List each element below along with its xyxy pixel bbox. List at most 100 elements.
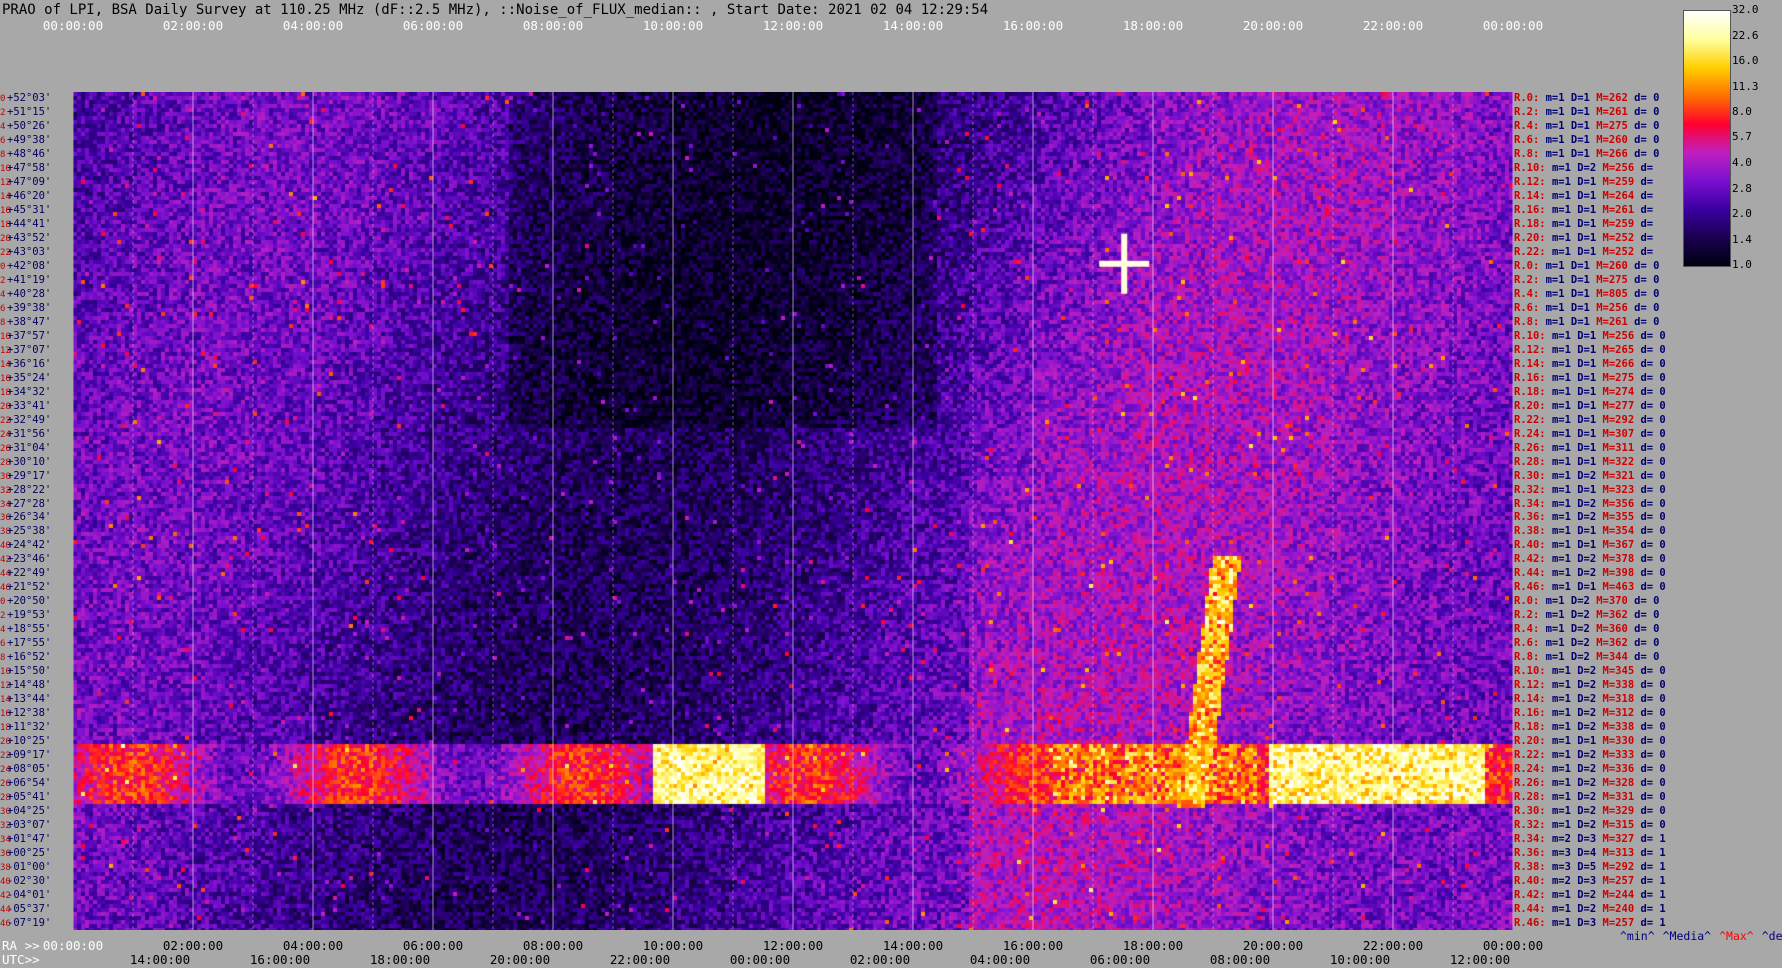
row-stat-m: m=1 <box>1551 218 1578 231</box>
declination-value: +49°38' <box>7 134 52 147</box>
row-stat-d: d= 0 <box>1640 427 1666 440</box>
row-stat-D: D=2 <box>1570 651 1597 664</box>
row-stat-m: m=1 <box>1545 260 1571 273</box>
row-stat: R.28: m=1 D=2 M=331 d= 0 <box>1514 791 1666 803</box>
row-index: 40 <box>0 541 11 552</box>
declination-value: +08°05' <box>7 762 52 775</box>
declination-label: 6 +17°55' <box>0 638 73 650</box>
row-stat-D: D=1 <box>1577 385 1603 398</box>
row-stat-m: m=1 <box>1551 748 1578 761</box>
row-stat-D: D=2 <box>1570 609 1597 622</box>
row-stat: R.10: m=1 D=1 M=256 d= 0 <box>1514 330 1666 342</box>
row-stat-r: R.8: <box>1514 315 1546 328</box>
ra-tick-label: 00:00:00 <box>42 938 104 953</box>
declination-label: 22+43°03' <box>0 247 73 259</box>
ra-tick-label: 16:00:00 <box>1002 938 1064 953</box>
row-stat-D: D=1 <box>1577 413 1603 426</box>
row-stat-m: m=1 <box>1551 232 1578 245</box>
top-tick-label: 00:00:00 <box>1482 18 1544 33</box>
row-stat-D: D=5 <box>1577 860 1603 873</box>
declination-label: 12+47°09' <box>0 177 73 189</box>
row-index: 42 <box>0 890 11 901</box>
row-stat-D: D=2 <box>1577 693 1603 706</box>
utc-tick-label: 04:00:00 <box>969 952 1031 967</box>
declination-value: +47°58' <box>7 162 52 175</box>
declination-label: 36+00°25' <box>0 847 73 860</box>
top-tick-label: 18:00:00 <box>1122 18 1184 33</box>
row-stat-r: R.34: <box>1514 832 1552 845</box>
row-stat: R.42: m=1 D=2 M=244 d= 1 <box>1514 888 1666 901</box>
row-stat-M: M=315 <box>1602 818 1641 831</box>
row-stat-d: d= <box>1640 204 1654 217</box>
row-index: 32 <box>0 485 11 496</box>
row-stat-m: m=3 <box>1551 860 1578 873</box>
utc-tick-label: 10:00:00 <box>1329 952 1391 967</box>
declination-value: +35°24' <box>7 371 52 384</box>
top-tick-label: 20:00:00 <box>1242 18 1304 33</box>
row-stat-M: M=336 <box>1602 762 1641 775</box>
declination-label: 20+10°25' <box>0 735 73 748</box>
row-stat: R.40: m=2 D=3 M=257 d= 1 <box>1514 875 1666 887</box>
row-stat-r: R.20: <box>1514 399 1552 412</box>
declination-label: 20+33°41' <box>0 400 73 413</box>
row-stat-M: M=318 <box>1602 693 1641 706</box>
utc-tick-label: 00:00:00 <box>729 952 791 967</box>
row-stat-d: d= <box>1640 190 1654 203</box>
row-stat-m: m=1 <box>1545 274 1571 287</box>
row-index: 0 <box>0 262 6 273</box>
row-stat-D: D=2 <box>1577 497 1603 510</box>
row-stat: R.6: m=1 D=2 M=362 d= 0 <box>1514 638 1659 649</box>
declination-label: 22+32°49' <box>0 414 73 427</box>
row-stat-r: R.22: <box>1514 246 1552 259</box>
declination-value: +31°56' <box>7 427 52 440</box>
declination-label: 38+25°38' <box>0 526 73 538</box>
row-index: 42 <box>0 555 11 566</box>
row-stat-M: M=261 <box>1596 315 1635 328</box>
row-stat: R.24: m=1 D=2 M=336 d= 0 <box>1514 762 1666 775</box>
colorbar-tick-label: 1.4 <box>1732 233 1752 247</box>
row-stat-d: d= 0 <box>1640 371 1666 384</box>
declination-label: 18+44°41' <box>0 219 73 231</box>
row-stat-M: M=370 <box>1596 595 1635 608</box>
ra-axis: RA >> 00:00:00 02:00:00 04:00:00 06:00:00 08… <box>0 938 1782 953</box>
row-stat: R.22: m=1 D=1 M=292 d= 0 <box>1514 413 1666 426</box>
declination-value: +03°07' <box>7 818 52 831</box>
utc-axis: UTC>> 14:00:00 16:00:00 18:00:00 20:00:00 22… <box>0 952 1782 967</box>
row-stat-M: M=292 <box>1602 413 1641 426</box>
top-time-axis: 00:00:00 02:00:00 04:00:00 06:00:00 08:00:00… <box>0 18 1782 36</box>
declination-label: 44+22°49' <box>0 568 73 580</box>
row-stat-d: d= 0 <box>1634 120 1660 133</box>
row-index: 40 <box>0 876 11 887</box>
row-stat-D: D=2 <box>1577 720 1603 733</box>
row-stat-r: R.20: <box>1514 734 1552 747</box>
row-stat: R.4: m=1 D=1 M=275 d= 0 <box>1514 121 1659 132</box>
declination-label: 12+14°48' <box>0 680 73 692</box>
row-index: 14 <box>0 695 11 706</box>
row-stat-r: R.44: <box>1514 567 1552 580</box>
row-stat: R.44: m=1 D=2 M=240 d= 1 <box>1514 903 1666 915</box>
row-stat-m: m=3 <box>1551 846 1578 859</box>
row-stat-d: d= 0 <box>1634 288 1660 301</box>
row-stat-M: M=261 <box>1602 204 1641 217</box>
row-stat: R.20: m=1 D=1 M=330 d= 0 <box>1514 734 1666 747</box>
row-stat-d: d= 0 <box>1634 106 1660 119</box>
row-stat-M: M=266 <box>1602 357 1641 370</box>
row-stat-M: M=275 <box>1596 120 1635 133</box>
row-stat: R.46: m=1 D=1 M=463 d= 0 <box>1514 582 1666 593</box>
row-stat: R.20: m=1 D=1 M=277 d= 0 <box>1514 399 1666 412</box>
top-tick-label: 00:00:00 <box>42 18 104 33</box>
row-stat-m: m=1 <box>1551 385 1578 398</box>
row-stat-D: D=4 <box>1577 846 1603 859</box>
ra-tick-label: 04:00:00 <box>282 938 344 953</box>
row-stat-M: M=256 <box>1602 162 1641 175</box>
row-stat-r: R.40: <box>1514 539 1552 552</box>
row-index: 34 <box>0 499 11 510</box>
row-stat-r: R.42: <box>1514 888 1552 901</box>
declination-value: +47°09' <box>7 176 52 189</box>
colorbar-tick-label: 5.7 <box>1732 129 1752 143</box>
row-stat-d: d= 0 <box>1634 609 1660 622</box>
row-stat: R.14: m=1 D=1 M=266 d= 0 <box>1514 357 1666 370</box>
row-stat-M: M=257 <box>1602 916 1641 929</box>
row-stat-d: d= 0 <box>1640 567 1666 580</box>
row-stat-r: R.26: <box>1514 441 1552 454</box>
